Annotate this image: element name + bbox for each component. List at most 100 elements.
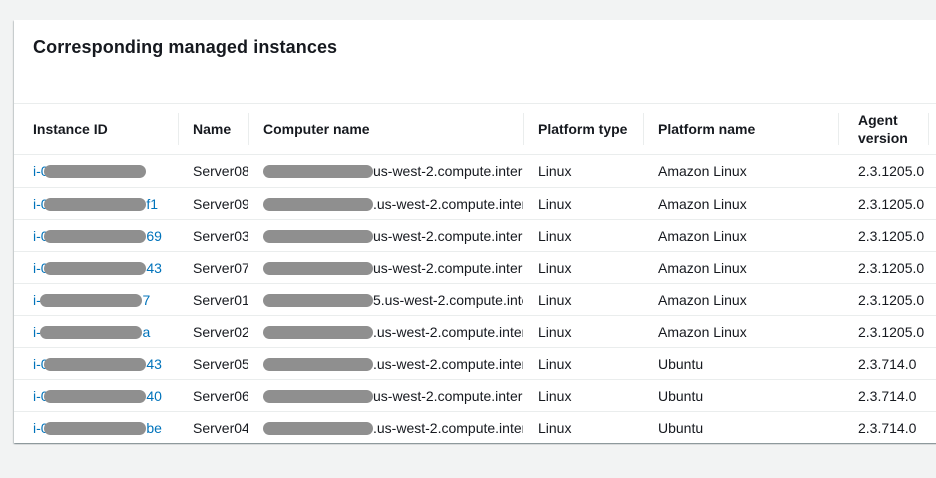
computer-name-suffix: us-west-2.compute.internal [373,388,523,404]
column-header-instance-id: Instance ID [14,120,178,138]
platform-name-cell: Amazon Linux [643,228,838,244]
instance-id-link[interactable]: i-0bf1 [33,196,158,212]
table-row: i-08be Server04 .us-west-2.compute.inter… [14,411,936,443]
instance-id-suffix: 43 [146,356,162,372]
instance-id-link[interactable]: i-08be [33,420,162,436]
name-cell: Server02 [178,324,248,340]
name-cell: Server07 [178,260,248,276]
column-header-name: Name [178,120,248,138]
redacted-computer-name [263,294,373,307]
computer-name-cell: us-west-2.compute.internal [248,163,523,179]
name-cell: Server04 [178,420,248,436]
agent-version-cell: 2.3.714.0 [838,356,928,372]
redacted-computer-name [263,422,373,435]
computer-name-suffix: us-west-2.compute.internal [373,228,523,244]
table-header-row: Instance ID Name Computer name Platform … [14,103,936,155]
instance-id-suffix: 7 [142,292,150,308]
instance-id-link[interactable]: i-0fa [33,324,150,340]
platform-name-cell: Amazon Linux [643,260,838,276]
redacted-instance-id [44,230,146,243]
column-header-agent-version: Agent version [838,111,928,147]
instance-id-cell: i-08be [14,420,178,436]
computer-name-cell: us-west-2.compute.internal [248,388,523,404]
instance-id-suffix: a [142,324,150,340]
platform-name-cell: Amazon Linux [643,163,838,179]
platform-type-cell: Linux [523,163,643,179]
instance-id-link[interactable]: i-02 [33,163,146,179]
computer-name-cell: .us-west-2.compute.internal [248,420,523,436]
platform-type-cell: Linux [523,228,643,244]
computer-name-cell: .us-west-2.compute.internal [248,196,523,212]
name-cell: Server09 [178,196,248,212]
platform-name-cell: Amazon Linux [643,196,838,212]
computer-name-cell: us-west-2.compute.internal [248,228,523,244]
computer-name-cell: .us-west-2.compute.internal [248,356,523,372]
redacted-computer-name [263,165,373,178]
platform-name-cell: Ubuntu [643,420,838,436]
computer-name-suffix: .us-west-2.compute.internal [373,420,523,436]
table-row: i-0640 Server06 us-west-2.compute.intern… [14,379,936,411]
name-cell: Server08 [178,163,248,179]
agent-version-cell: 2.3.1205.0 [838,196,928,212]
platform-name-cell: Ubuntu [643,388,838,404]
instance-id-suffix: 40 [146,388,162,404]
panel-title: Corresponding managed instances [33,36,924,58]
table-row: i-0f7 Server01 5.us-west-2.compute.inter… [14,283,936,315]
page-background: { "panel": { "title": "Corresponding man… [0,0,936,478]
instance-id-suffix: 43 [146,260,162,276]
table-row: i-02 Server08 us-west-2.compute.internal… [14,155,936,187]
platform-name-cell: Amazon Linux [643,292,838,308]
instance-id-cell: i-0669 [14,228,178,244]
managed-instances-panel: Corresponding managed instances Instance… [14,20,936,443]
redacted-instance-id [40,326,142,339]
computer-name-suffix: us-west-2.compute.internal [373,163,523,179]
instance-id-cell: i-02 [14,163,178,179]
instance-id-suffix: be [146,420,162,436]
redacted-computer-name [263,358,373,371]
platform-type-cell: Linux [523,260,643,276]
table-row: i-0bf1 Server09 .us-west-2.compute.inter… [14,187,936,219]
column-header-platform-name: Platform name [643,120,838,138]
instance-id-link[interactable]: i-0743 [33,260,162,276]
redacted-computer-name [263,262,373,275]
instance-id-link[interactable]: i-0640 [33,388,162,404]
agent-version-cell: 2.3.714.0 [838,388,928,404]
agent-version-cell: 2.3.1205.0 [838,228,928,244]
instance-id-link[interactable]: i-0669 [33,228,162,244]
computer-name-suffix: .us-west-2.compute.internal [373,196,523,212]
platform-type-cell: Linux [523,324,643,340]
table-row: i-0743 Server07 us-west-2.compute.intern… [14,251,936,283]
instance-id-link[interactable]: i-0f7 [33,292,150,308]
platform-type-cell: Linux [523,356,643,372]
agent-version-cell: 2.3.1205.0 [838,292,928,308]
redacted-instance-id [40,294,142,307]
table-row: i-0fa Server02 .us-west-2.compute.intern… [14,315,936,347]
redacted-instance-id [44,390,146,403]
agent-version-cell: 2.3.1205.0 [838,163,928,179]
platform-type-cell: Linux [523,420,643,436]
redacted-instance-id [44,262,146,275]
platform-type-cell: Linux [523,388,643,404]
instance-id-link[interactable]: i-0543 [33,356,162,372]
platform-type-cell: Linux [523,196,643,212]
name-cell: Server05 [178,356,248,372]
platform-name-cell: Ubuntu [643,356,838,372]
computer-name-cell: us-west-2.compute.internal [248,260,523,276]
platform-name-cell: Amazon Linux [643,324,838,340]
redacted-instance-id [44,165,146,178]
computer-name-cell: .us-west-2.compute.internal [248,324,523,340]
instance-id-cell: i-0bf1 [14,196,178,212]
name-cell: Server03 [178,228,248,244]
computer-name-cell: 5.us-west-2.compute.internal [248,292,523,308]
redacted-instance-id [44,198,146,211]
instance-id-cell: i-0640 [14,388,178,404]
instance-id-cell: i-0f7 [14,292,178,308]
redacted-instance-id [44,422,146,435]
column-header-computer-name: Computer name [248,120,523,138]
redacted-computer-name [263,198,373,211]
agent-version-cell: 2.3.714.0 [838,420,928,436]
redacted-computer-name [263,230,373,243]
column-header-platform-type: Platform type [523,120,643,138]
computer-name-suffix: 5.us-west-2.compute.internal [373,292,523,308]
redacted-computer-name [263,326,373,339]
